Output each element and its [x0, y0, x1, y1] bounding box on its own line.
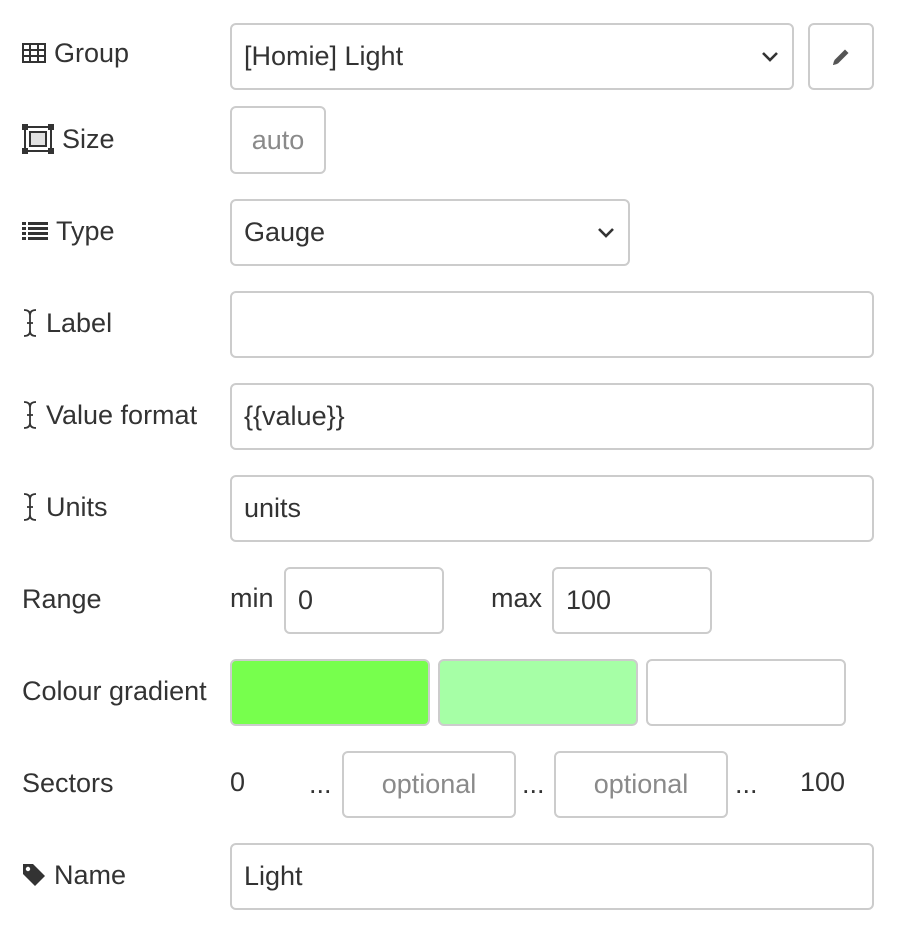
range-max-input[interactable]: 100 [552, 567, 712, 634]
sector-1-input[interactable]: optional [342, 751, 516, 818]
name-input[interactable]: Light [230, 843, 874, 910]
size-value: auto [251, 124, 305, 155]
range-min-input[interactable]: 0 [284, 567, 444, 634]
colour-gradient-label: Colour gradient [22, 675, 207, 706]
sectors-separator: ... [522, 768, 545, 799]
name-value: Light [244, 861, 303, 891]
range-min-value: 0 [298, 585, 314, 615]
colour-swatch-3[interactable] [646, 659, 846, 726]
units-label: Units [46, 491, 108, 522]
pencil-icon [833, 49, 849, 65]
range-label: Range [22, 583, 102, 614]
sectors-start: 0 [230, 766, 246, 797]
sectors-separator: ... [309, 768, 332, 799]
label-input[interactable] [230, 291, 874, 358]
size-button[interactable]: auto [230, 106, 326, 174]
units-input[interactable]: units [230, 475, 874, 542]
colour-swatch-1[interactable] [230, 659, 430, 726]
edit-group-button[interactable] [808, 23, 874, 90]
range-max-label: max [491, 582, 543, 613]
value-format-input[interactable]: {{value}} [230, 383, 874, 450]
table-icon [22, 43, 46, 63]
type-select[interactable]: Gauge [230, 199, 630, 266]
units-label-row: Units [22, 487, 108, 527]
group-select-value: [Homie] Light [244, 41, 404, 71]
size-label-row: Size [22, 119, 115, 159]
sector-2-input[interactable]: optional [554, 751, 728, 818]
label-label: Label [46, 307, 113, 338]
label-label-row: Label [22, 303, 112, 343]
sector-2-placeholder: optional [593, 769, 689, 799]
group-label: Group [54, 37, 130, 68]
type-label-row: Type [22, 211, 115, 251]
units-value: units [244, 493, 302, 523]
text-cursor-icon [22, 308, 38, 338]
sector-1-placeholder: optional [381, 769, 477, 799]
value-format-label: Value format [46, 399, 198, 430]
list-icon [22, 221, 48, 241]
value-format-value: {{value}} [244, 401, 345, 431]
size-label: Size [62, 123, 115, 154]
chevron-down-icon [598, 227, 614, 238]
colour-swatch-2[interactable] [438, 659, 638, 726]
sectors-separator: ... [735, 768, 758, 799]
type-select-value: Gauge [244, 217, 326, 247]
name-label: Name [54, 859, 127, 890]
group-select[interactable]: [Homie] Light [230, 23, 794, 90]
sectors-end: 100 [800, 766, 846, 797]
range-min-label: min [230, 582, 274, 613]
text-cursor-icon [22, 492, 38, 522]
sectors-label: Sectors [22, 767, 114, 798]
text-cursor-icon [22, 400, 38, 430]
range-max-value: 100 [566, 585, 612, 615]
name-label-row: Name [22, 855, 126, 895]
chevron-down-icon [762, 51, 778, 62]
type-label: Type [56, 215, 115, 246]
group-label-row: Group [22, 33, 129, 73]
value-format-label-row: Value format [22, 395, 197, 435]
size-icon [22, 124, 54, 154]
tag-icon [22, 863, 46, 887]
